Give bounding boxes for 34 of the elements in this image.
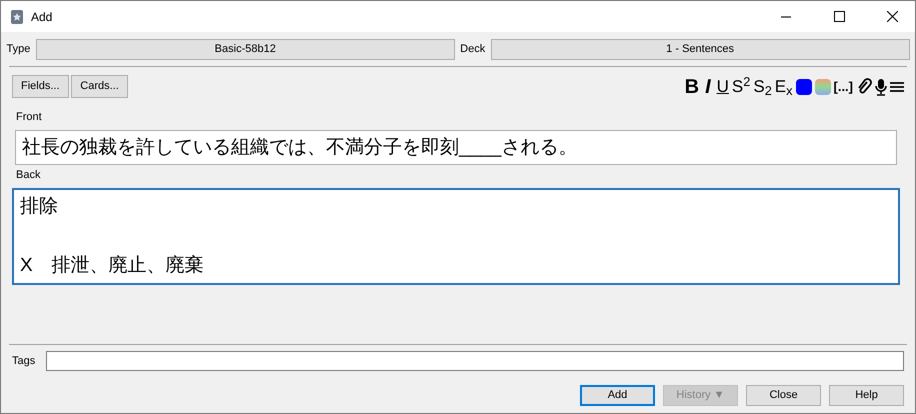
superscript-button[interactable]: S$^{2}$ <box>732 78 750 95</box>
subscript-button[interactable]: S$_{2}$ <box>753 78 772 95</box>
window-title: Add <box>31 8 52 26</box>
front-text: 社長の独裁を許している組織では、不満分子を即刻____される。 <box>22 136 578 160</box>
front-label: Front <box>16 110 43 125</box>
tags-label: Tags <box>12 354 36 369</box>
deck-label: Deck <box>460 42 486 57</box>
back-label: Back <box>16 168 42 184</box>
highlight-color-icon[interactable] <box>814 78 830 94</box>
type-label: Type <box>6 42 30 57</box>
text-field[interactable]: 排除 X 排泄、廃止、廃棄 <box>12 188 900 285</box>
cloze-button[interactable]: [...] <box>834 76 853 96</box>
back-text: 排除 <box>20 194 58 219</box>
deck-selector[interactable]: 1 - Sentences <box>490 38 910 60</box>
maximize-icon[interactable] <box>834 11 844 22</box>
app-icon <box>10 8 24 24</box>
close-icon[interactable] <box>886 11 898 22</box>
microphone-icon[interactable] <box>875 78 887 96</box>
cards-button[interactable]: Cards... <box>71 75 128 98</box>
bold-button[interactable]: B <box>684 76 700 96</box>
dialog-button[interactable]: Close <box>746 384 821 406</box>
dialog-button[interactable]: Help <box>829 384 904 406</box>
clear-format-button[interactable]: E$_{x}$ <box>774 78 792 95</box>
paperclip-icon[interactable] <box>856 78 872 96</box>
dialog-button[interactable]: Add <box>580 384 655 406</box>
underline-button[interactable]: U <box>716 78 729 95</box>
fields-button[interactable]: Fields... <box>12 75 69 98</box>
italic-button[interactable]: I <box>702 76 714 96</box>
text-color-button[interactable] <box>796 78 812 94</box>
menu-icon[interactable] <box>890 80 904 92</box>
text-field[interactable]: 社長の独裁を許している組織では、不満分子を即刻____される。 <box>15 130 897 166</box>
type-selector[interactable]: Basic-58b12 <box>36 38 455 60</box>
tags-field[interactable] <box>46 351 904 371</box>
back-text: X 排泄、廃止、廃棄 <box>20 254 204 278</box>
